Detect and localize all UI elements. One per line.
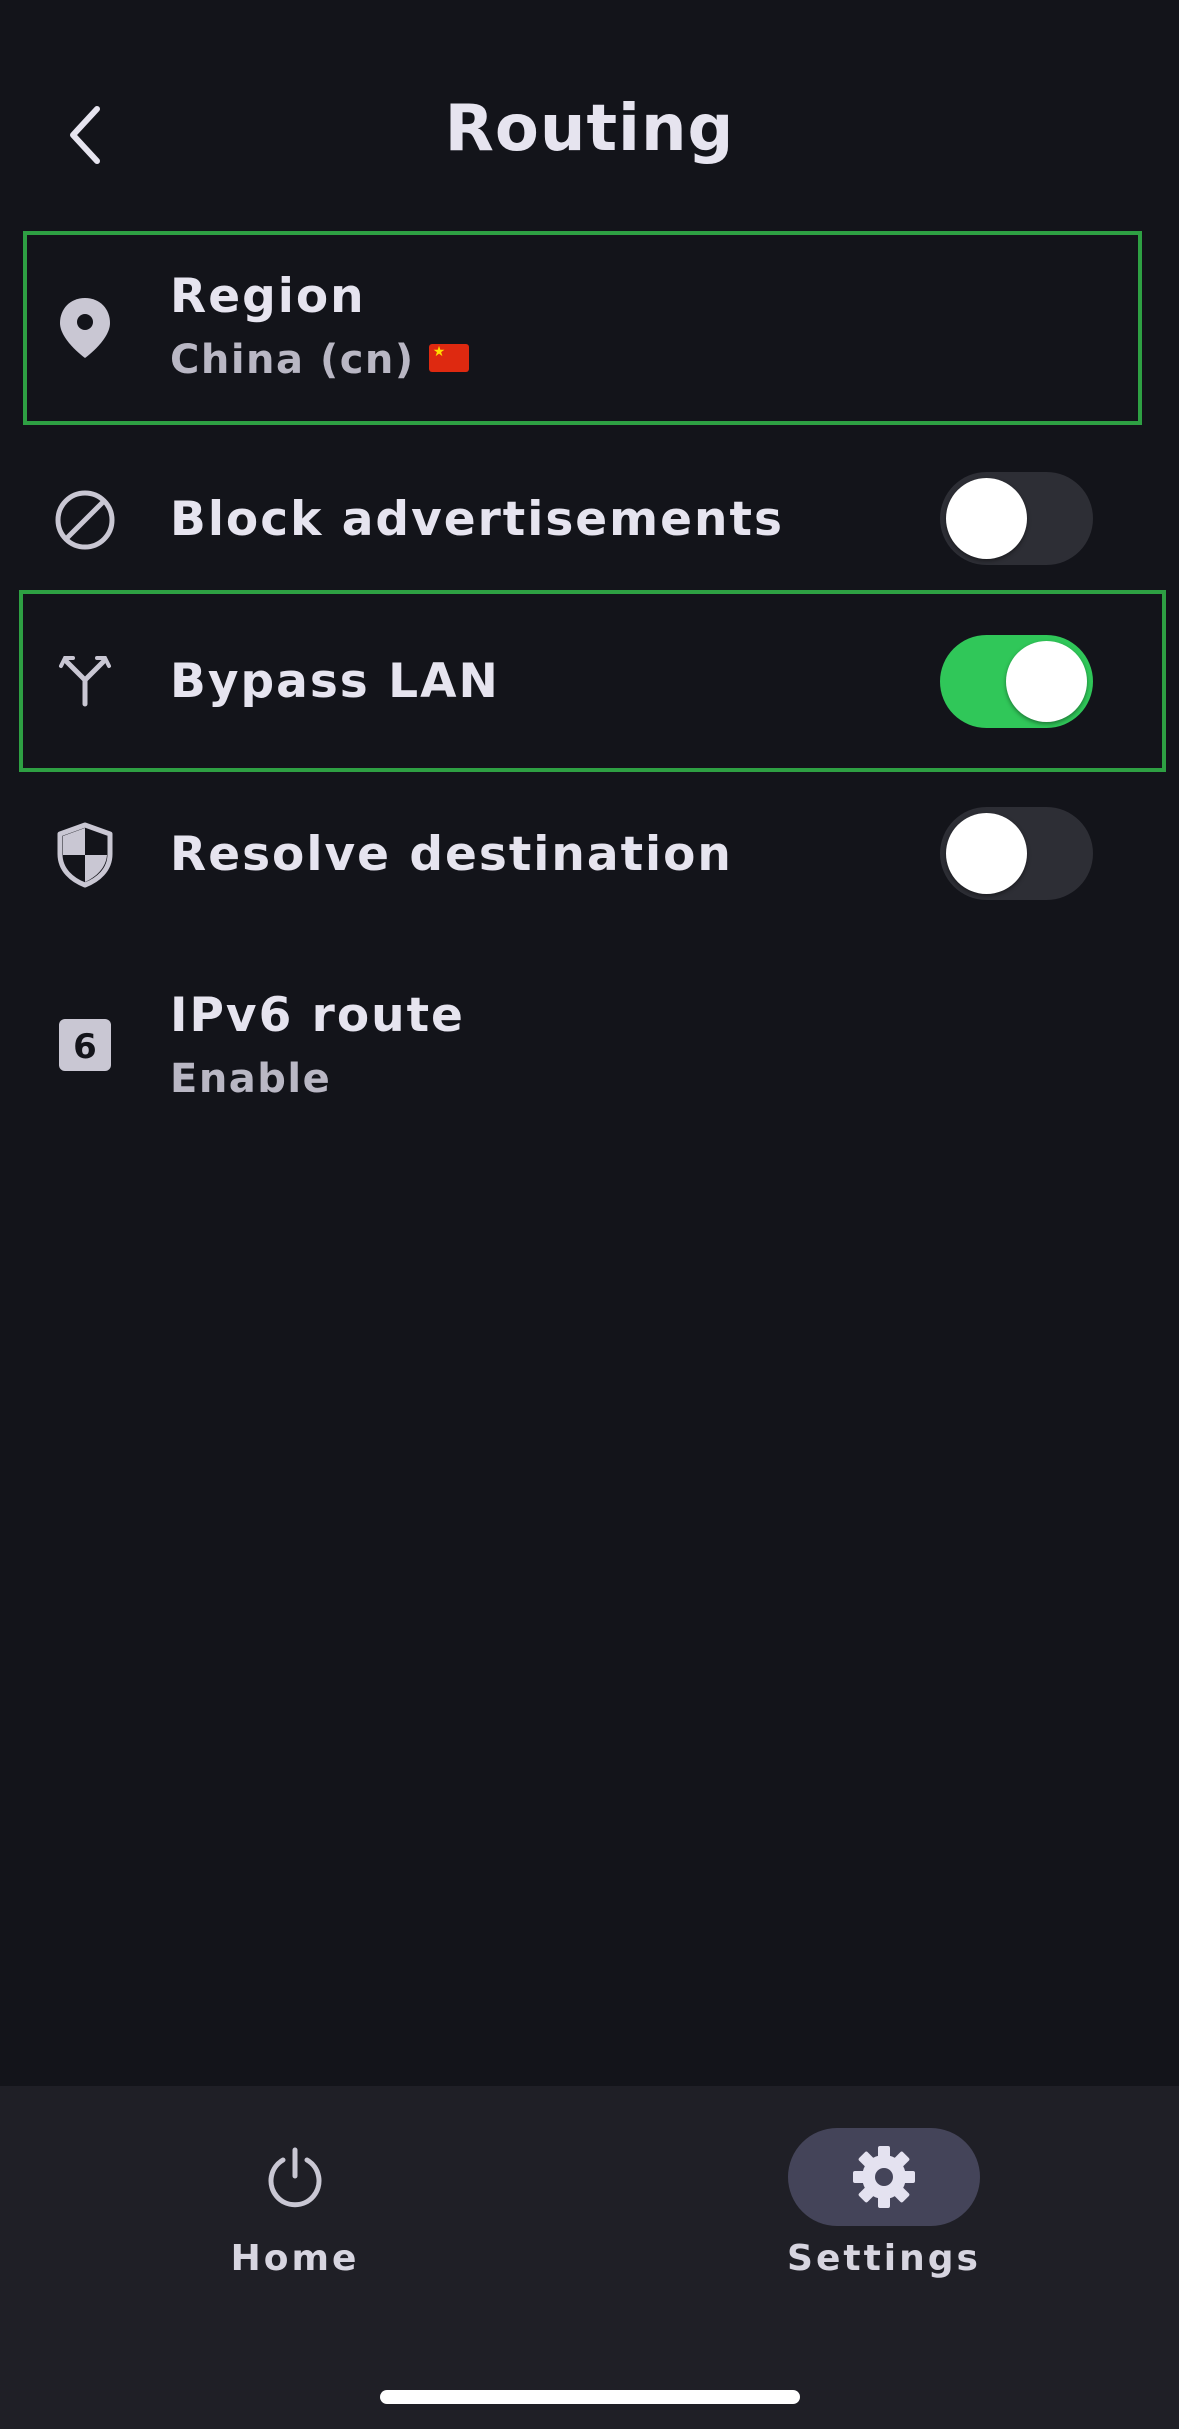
block-ads-toggle[interactable] (940, 472, 1093, 565)
nav-home-label: Home (230, 2238, 360, 2279)
page-title: Routing (444, 92, 735, 166)
toggle-knob (946, 478, 1027, 559)
home-indicator (380, 2390, 800, 2404)
region-row[interactable]: Region China (cn) ★ (0, 231, 1179, 425)
block-ads-label: Block advertisements (170, 492, 784, 547)
gear-icon (853, 2146, 915, 2208)
china-flag-icon: ★ (428, 344, 469, 372)
header: Routing (0, 0, 1179, 230)
block-icon (50, 485, 120, 555)
bottom-nav: Home Settings (0, 2086, 1179, 2429)
nav-home-pill (199, 2128, 391, 2226)
nav-settings-label: Settings (787, 2238, 981, 2279)
resolve-destination-toggle[interactable] (940, 807, 1093, 900)
resolve-destination-label: Resolve destination (170, 827, 733, 882)
resolve-destination-row: Resolve destination (0, 795, 1179, 915)
toggle-knob (946, 813, 1027, 894)
nav-settings[interactable]: Settings (734, 2086, 1034, 2306)
toggle-knob (1006, 641, 1087, 722)
region-value: China (cn) (170, 337, 415, 383)
region-label: Region (170, 269, 366, 324)
power-icon (268, 2147, 322, 2208)
nav-settings-pill (788, 2128, 980, 2226)
location-pin-icon (50, 293, 120, 363)
bypass-lan-row: Bypass LAN (0, 590, 1179, 772)
svg-text:6: 6 (73, 1027, 97, 1067)
ipv6-route-row[interactable]: 6 IPv6 route Enable (0, 970, 1179, 1120)
split-route-icon (50, 645, 120, 715)
ipv6-route-value: Enable (170, 1056, 332, 1102)
shield-icon (50, 820, 120, 890)
bypass-lan-label: Bypass LAN (170, 654, 500, 709)
block-ads-row: Block advertisements (0, 460, 1179, 580)
bypass-lan-toggle[interactable] (940, 635, 1093, 728)
ipv6-route-label: IPv6 route (170, 988, 465, 1043)
nav-home[interactable]: Home (145, 2086, 445, 2306)
ipv6-icon: 6 (50, 1010, 120, 1080)
region-value-line: China (cn) ★ (170, 337, 469, 383)
